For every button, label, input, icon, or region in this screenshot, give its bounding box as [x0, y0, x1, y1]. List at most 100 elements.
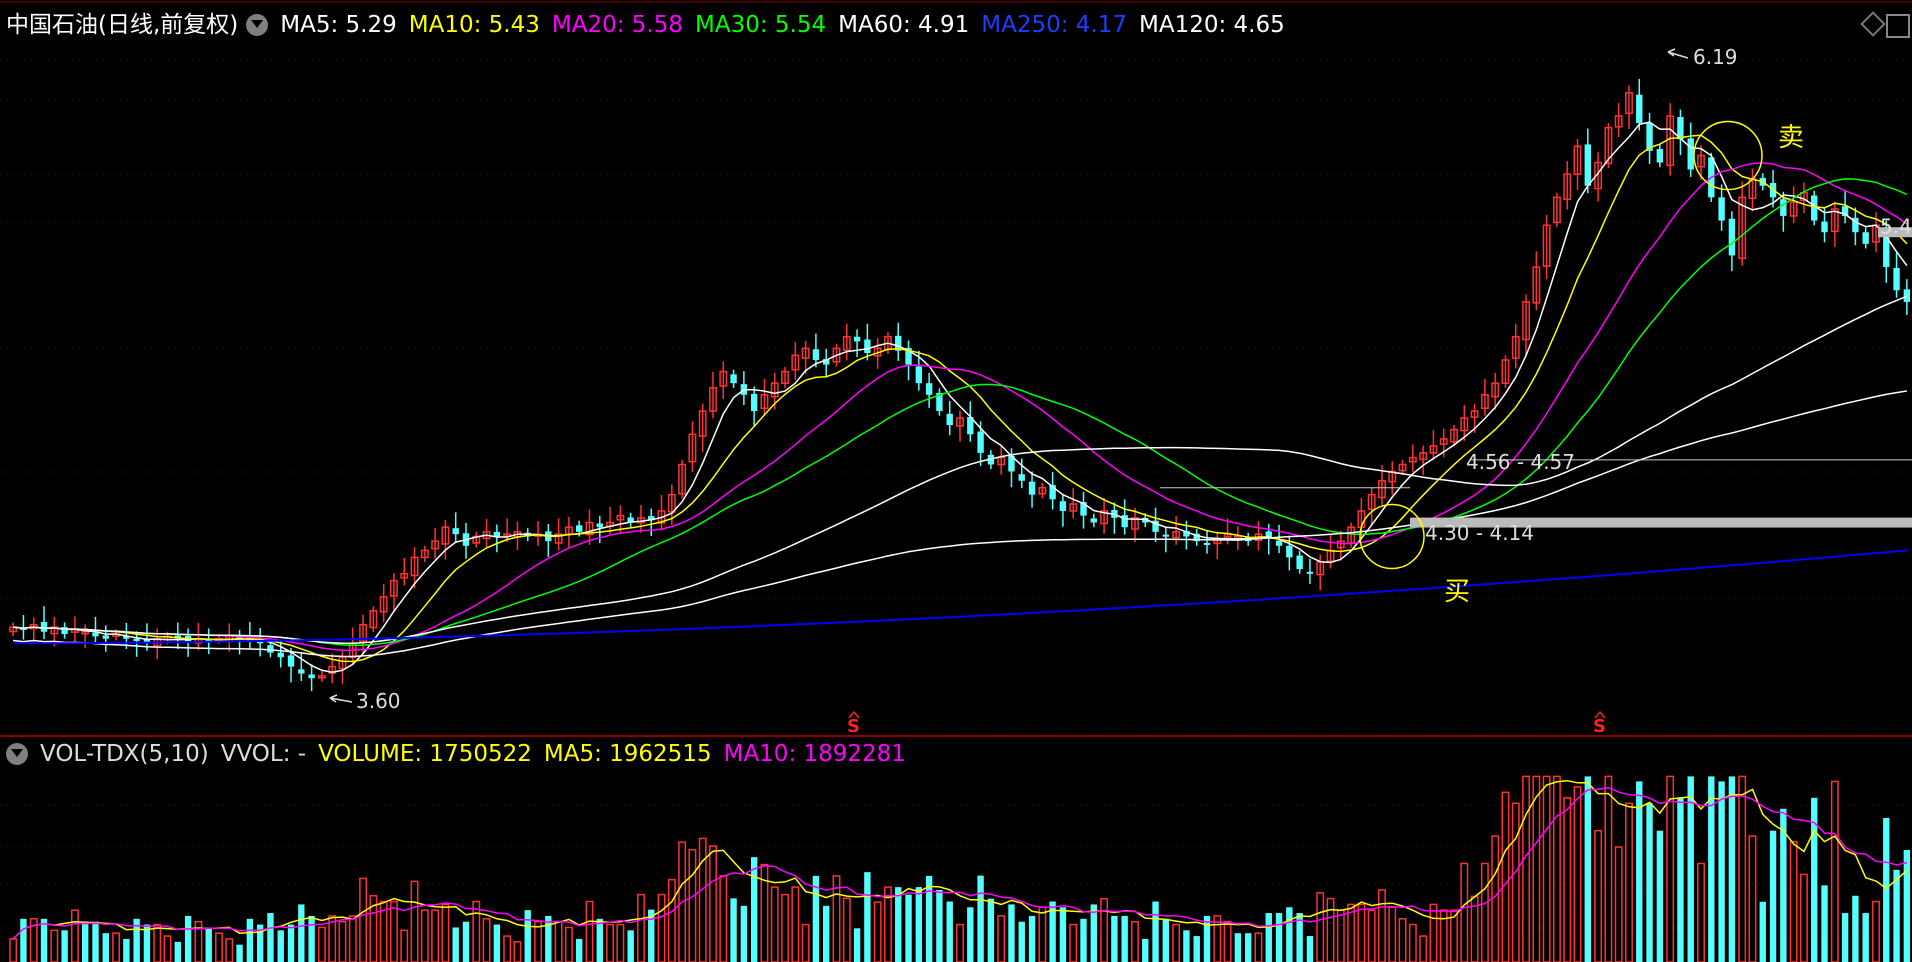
candle-body	[1821, 221, 1828, 233]
low-label: 3.60	[356, 689, 401, 713]
candle-body	[925, 383, 933, 395]
candle-body	[1018, 474, 1025, 481]
volume-bar	[1254, 932, 1263, 962]
candle-body	[1728, 218, 1736, 256]
volume-bar	[812, 875, 820, 962]
candle-body	[1059, 501, 1067, 511]
volume-bar	[915, 887, 923, 962]
volume-bar	[174, 941, 182, 962]
candle-body	[1636, 94, 1643, 124]
volume-bar	[1862, 913, 1869, 962]
volume-bar	[1687, 776, 1694, 962]
volume-bar	[1677, 797, 1684, 962]
volume-bar	[987, 898, 995, 962]
volume-bar	[842, 897, 851, 962]
volume-bar	[1059, 907, 1067, 962]
volume-bar	[420, 909, 429, 962]
volume-bar	[410, 880, 419, 962]
volume-bar	[1183, 930, 1190, 962]
volume-bar	[667, 878, 676, 962]
volume-bar	[1491, 835, 1500, 962]
volume-bar	[791, 886, 800, 962]
candle-body	[1780, 199, 1787, 216]
volume-bar	[1542, 775, 1551, 962]
volume-bar	[112, 932, 121, 962]
volume-bar	[1018, 921, 1025, 962]
volume-bar	[1336, 909, 1345, 962]
volume-bar	[1069, 923, 1078, 962]
candle-body	[133, 638, 140, 642]
volume-bar	[1666, 775, 1675, 962]
volume-bar	[1162, 918, 1170, 962]
volume-bar	[236, 944, 243, 962]
volume-bar	[1408, 923, 1417, 962]
volume-ma5-line	[12, 779, 1908, 940]
candle-body	[1028, 481, 1036, 495]
volume-bar	[1367, 909, 1376, 962]
buy-label: 买	[1444, 577, 1470, 607]
candle-body	[92, 632, 99, 637]
candle-body	[452, 528, 459, 535]
volume-bar	[1142, 938, 1149, 962]
volume-bar	[1398, 918, 1407, 962]
candle-body	[1203, 543, 1211, 546]
volume-bar	[225, 938, 234, 962]
volume-bar	[1275, 913, 1283, 962]
volume-bar	[823, 905, 830, 962]
candle-body	[1687, 138, 1694, 170]
volume-bar	[1573, 786, 1582, 962]
volume-bar	[1008, 904, 1015, 962]
volume-bar	[1697, 862, 1705, 962]
volume-bar	[431, 909, 440, 962]
volume-bar	[1789, 840, 1798, 962]
volume-bar	[1193, 936, 1200, 962]
candle-body	[1090, 518, 1097, 523]
volume-bar	[1594, 829, 1603, 962]
volume-bar	[267, 913, 274, 962]
volume-bar	[1614, 846, 1623, 962]
volume-bar	[205, 927, 212, 962]
candle-body	[1903, 289, 1911, 302]
candle-body	[267, 645, 274, 653]
volume-bar	[1501, 791, 1510, 962]
volume-bar	[1532, 775, 1541, 962]
candle-body	[977, 431, 984, 453]
volume-bar	[730, 898, 737, 962]
volume-bar	[1090, 904, 1097, 962]
volume-bar	[1460, 862, 1469, 962]
volume-bar	[81, 921, 89, 962]
volume-bar	[348, 915, 357, 962]
stock-chart: 4.56 - 4.57 4.30 - 4.14 5.4 6.19 3.60 买 卖 S S	[0, 1, 1912, 962]
volume-bar	[864, 872, 871, 962]
candle-body	[308, 674, 315, 679]
volume-bar	[61, 930, 68, 962]
volume-bar	[895, 887, 902, 962]
volume-bar	[576, 938, 583, 962]
volume-bar	[1172, 923, 1181, 962]
volume-bar	[503, 935, 512, 962]
volume-bar	[1799, 873, 1808, 962]
candle-body	[40, 621, 48, 632]
volume-bar	[1038, 906, 1047, 962]
volume-bar	[709, 845, 717, 962]
volume-bar	[1152, 901, 1159, 962]
candle-body	[946, 413, 953, 426]
volume-bar	[545, 915, 552, 962]
candle-body	[750, 393, 758, 412]
high-arrow	[1667, 48, 1689, 59]
volume-bar	[1522, 775, 1530, 962]
volume-bar	[1244, 933, 1252, 962]
high-label: 6.19	[1693, 45, 1738, 69]
volume-bar	[1203, 915, 1211, 962]
ma10-line	[13, 134, 1908, 663]
volume-bar	[606, 923, 615, 962]
volume-bar	[153, 923, 162, 962]
range-label-upper: 4.56 - 4.57	[1466, 450, 1575, 474]
volume-bar	[70, 909, 79, 962]
volume-bar	[513, 941, 522, 962]
volume-bar	[1625, 802, 1633, 962]
volume-bar	[1357, 903, 1366, 962]
volume-bar	[925, 875, 933, 962]
volume-bar	[627, 930, 634, 962]
buy-circle	[1359, 503, 1425, 570]
